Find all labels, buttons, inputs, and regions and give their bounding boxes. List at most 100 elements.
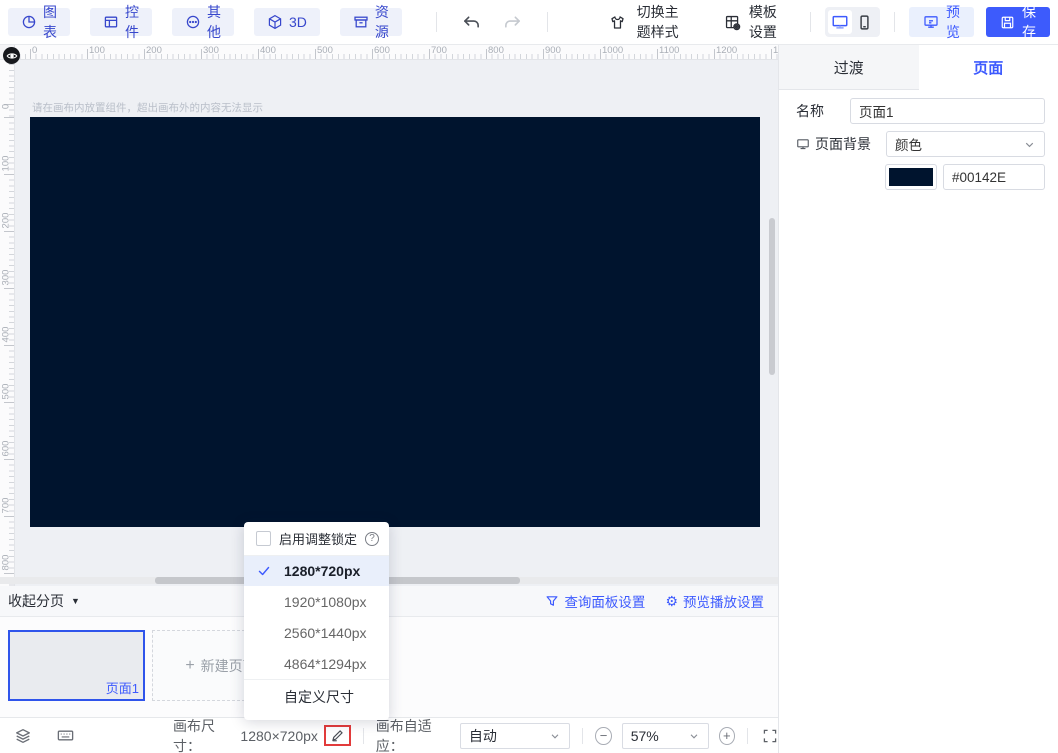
top-toolbar: 图表 控件 其他 3D 资源 切换主题样式 模板设置 预览 保存 [0, 0, 1058, 45]
visibility-eye-icon[interactable] [3, 47, 20, 64]
adjust-lock-row[interactable]: 启用调整锁定 ? [244, 522, 389, 555]
page-background-row: 页面背景 颜色 [796, 131, 1045, 157]
canvas-hint-text: 请在画布内放置组件，超出画布外的内容无法显示 [32, 102, 263, 114]
chevron-down-icon [549, 730, 561, 742]
preview-button[interactable]: 预览 [909, 4, 974, 40]
ruler-label: 500 [0, 383, 12, 400]
monitor-small-icon [796, 137, 810, 151]
canvas-fit-select[interactable]: 自动 [459, 722, 571, 749]
page-background-label: 页面背景 [796, 134, 886, 154]
undo-button[interactable] [456, 13, 487, 32]
template-settings-label: 模板设置 [748, 4, 777, 40]
plus-icon: + [185, 656, 195, 674]
ruler-label: 200 [0, 212, 12, 229]
collapse-pages-label: 收起分页 [8, 593, 64, 609]
threed-nav-label: 3D [289, 14, 307, 30]
vertical-ruler: 0 100 200 300 400 500 600 700 800 [0, 60, 15, 586]
collapse-pages-button[interactable]: 收起分页 ▼ [8, 591, 80, 611]
ruler-label: 400 [0, 326, 12, 343]
pages-header-bar: 收起分页 ▼ 查询面板设置 ⚙ 预览播放设置 [0, 586, 778, 617]
ruler-label: 700 [431, 45, 447, 56]
help-icon[interactable]: ? [365, 531, 380, 546]
charts-nav-button[interactable]: 图表 [8, 4, 70, 40]
filter-icon [545, 594, 559, 608]
cube-icon [267, 14, 283, 30]
size-option-custom[interactable]: 自定义尺寸 [244, 680, 389, 714]
size-option-label: 1920*1080px [284, 593, 367, 610]
zoom-out-button[interactable]: − [595, 726, 612, 745]
adjust-lock-checkbox[interactable] [256, 531, 271, 546]
ruler-label: 100 [89, 45, 105, 56]
canvas-size-dropdown: 启用调整锁定 ? 1280*720px 1920*1080px 2560*144… [244, 522, 389, 720]
page-color-row [796, 164, 1045, 190]
layers-button[interactable] [14, 727, 32, 745]
redo-button[interactable] [497, 13, 528, 32]
template-settings-button[interactable]: 模板设置 [724, 2, 778, 42]
ruler-label: 800 [488, 45, 504, 56]
query-panel-settings-button[interactable]: 查询面板设置 [545, 591, 645, 611]
color-swatch-fill [889, 168, 933, 186]
keyboard-shortcuts-button[interactable] [56, 726, 75, 745]
toolbar-divider [435, 12, 437, 32]
widgets-nav-button[interactable]: 控件 [90, 4, 152, 40]
page-canvas[interactable] [30, 117, 760, 527]
size-option-label: 1280*720px [284, 563, 361, 579]
desktop-toggle-button[interactable] [827, 10, 853, 34]
app-window: 图表 控件 其他 3D 资源 切换主题样式 模板设置 预览 保存 0 100 2… [0, 0, 1058, 753]
fit-screen-button[interactable] [762, 728, 778, 744]
color-hex-input[interactable] [943, 164, 1045, 190]
highlight-annotation-box [323, 725, 351, 746]
save-label: 保存 [1022, 4, 1036, 40]
switch-theme-label: 切换主题样式 [636, 4, 679, 40]
statusbar-divider [747, 727, 748, 744]
chevron-down-icon [1023, 138, 1036, 151]
custom-size-label: 自定义尺寸 [284, 689, 354, 705]
pages-header-links: 查询面板设置 ⚙ 预览播放设置 [545, 591, 764, 611]
ruler-label: 300 [0, 269, 12, 286]
canvas-size-value: 1280×720px [240, 727, 318, 744]
ruler-label: 0 [32, 45, 38, 56]
pencil-icon [330, 728, 345, 743]
others-nav-button[interactable]: 其他 [172, 4, 234, 40]
ruler-label: 600 [374, 45, 390, 56]
template-settings-icon [724, 14, 741, 31]
pie-chart-icon [21, 14, 37, 30]
size-option-1920x1080[interactable]: 1920*1080px [244, 586, 389, 617]
keyboard-icon [56, 726, 75, 745]
page-background-label-text: 页面背景 [815, 136, 871, 152]
ruler-label: 900 [545, 45, 561, 56]
zoom-in-button[interactable]: + [718, 726, 736, 745]
ruler-label: 400 [260, 45, 276, 56]
resources-nav-button[interactable]: 资源 [339, 4, 402, 40]
background-type-value: 颜色 [895, 138, 922, 153]
mobile-toggle-button[interactable] [852, 10, 877, 34]
preview-play-settings-button[interactable]: ⚙ 预览播放设置 [665, 591, 764, 611]
canvas-size-label: 画布尺寸： [173, 717, 215, 753]
size-option-2560x1440[interactable]: 2560*1440px [244, 617, 389, 648]
zoom-level-select[interactable]: 57% [621, 722, 709, 749]
save-button[interactable]: 保存 [986, 4, 1050, 40]
switch-theme-button[interactable]: 切换主题样式 [609, 2, 682, 42]
preview-play-settings-label: 预览播放设置 [683, 595, 764, 610]
edit-canvas-size-button[interactable] [330, 728, 345, 743]
tab-page[interactable]: 页面 [918, 45, 1058, 90]
preview-label: 预览 [946, 4, 960, 40]
widgets-nav-label: 控件 [125, 4, 139, 40]
toolbar-divider [894, 12, 895, 32]
color-swatch[interactable] [885, 164, 937, 190]
ruler-label: 1200 [716, 45, 738, 56]
page-name-input[interactable] [850, 98, 1045, 124]
page-thumbnail-selected[interactable]: 页面1 [8, 630, 145, 701]
undo-icon [462, 13, 481, 32]
size-option-1280x720[interactable]: 1280*720px [244, 556, 389, 586]
checkmark-icon [244, 564, 284, 578]
size-option-4864x1294[interactable]: 4864*1294px [244, 648, 389, 679]
toolbar-divider [809, 12, 811, 32]
save-floppy-icon [1000, 15, 1015, 30]
vertical-scrollbar[interactable] [769, 218, 775, 375]
ruler-label: 700 [0, 497, 12, 514]
statusbar-divider [362, 727, 364, 744]
tab-transition[interactable]: 过渡 [779, 45, 919, 90]
threed-nav-button[interactable]: 3D [254, 8, 320, 36]
background-type-select[interactable]: 颜色 [886, 131, 1045, 157]
